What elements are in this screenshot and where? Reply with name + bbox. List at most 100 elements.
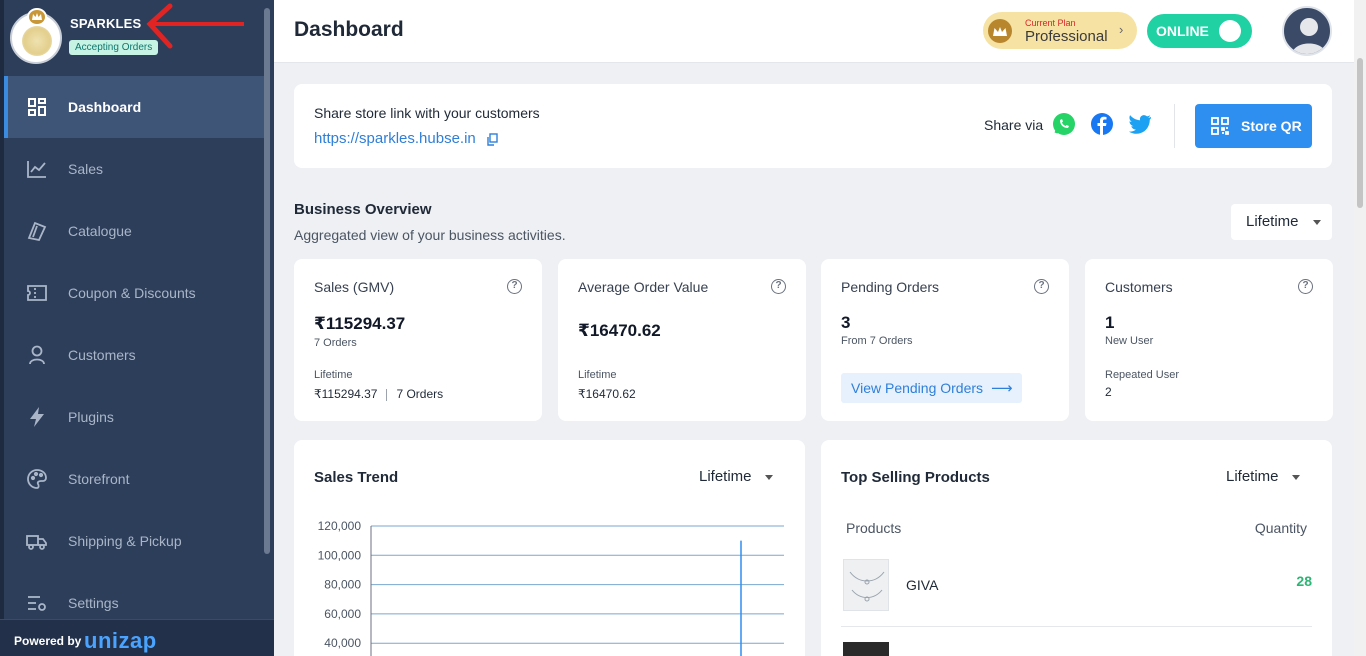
product-thumbnail[interactable]	[843, 559, 889, 611]
caret-down-icon	[1313, 220, 1321, 225]
whatsapp-icon[interactable]	[1052, 112, 1076, 136]
card-subtext: New User	[1105, 335, 1154, 347]
current-plan-button[interactable]: Current Plan Professional ›	[983, 12, 1137, 49]
y-tick-label: 80,000	[324, 578, 361, 592]
average-order-value-card: Average Order Value ? ₹16470.62 Lifetime…	[558, 259, 806, 421]
help-icon[interactable]: ?	[1298, 279, 1313, 294]
top-selling-card: Top Selling Products Lifetime Products Q…	[821, 440, 1332, 656]
settings-icon	[26, 592, 48, 614]
card-value: 1	[1105, 313, 1115, 332]
top-selling-range-select[interactable]: Lifetime	[1226, 468, 1300, 485]
crown-icon	[27, 8, 47, 26]
help-icon[interactable]: ?	[1034, 279, 1049, 294]
dashboard-icon	[26, 96, 48, 118]
toggle-knob	[1219, 20, 1241, 42]
page-scrollbar[interactable]	[1354, 0, 1366, 656]
plan-name: Professional	[1025, 28, 1108, 45]
sidebar-item-customers[interactable]: Customers	[4, 324, 264, 386]
card-foot: ₹115294.37 7 Orders	[314, 387, 443, 401]
sidebar-item-label: Shipping & Pickup	[68, 533, 182, 549]
sidebar-item-sales[interactable]: Sales	[4, 138, 264, 200]
online-toggle[interactable]: ONLINE	[1147, 14, 1252, 48]
card-title: Average Order Value	[578, 279, 709, 295]
sidebar-item-label: Customers	[68, 347, 136, 363]
business-overview-title: Business Overview	[294, 201, 432, 218]
sidebar-item-label: Plugins	[68, 409, 114, 425]
help-icon[interactable]: ?	[771, 279, 786, 294]
sidebar-item-shipping[interactable]: Shipping & Pickup	[4, 510, 264, 572]
caret-down-icon	[765, 475, 773, 480]
product-thumbnail[interactable]	[843, 642, 889, 656]
store-qr-button[interactable]: Store QR	[1195, 104, 1312, 148]
share-title: Share store link with your customers	[314, 105, 540, 121]
sales-trend-card: Sales Trend Lifetime 120,000 100,000 80,00…	[294, 440, 805, 656]
range-value: Lifetime	[1226, 468, 1279, 485]
powered-by-label: Powered by	[14, 634, 82, 648]
customer-icon	[26, 344, 48, 366]
help-icon[interactable]: ?	[507, 279, 522, 294]
card-value: 3	[841, 313, 851, 332]
sales-trend-title: Sales Trend	[314, 469, 399, 486]
crown-icon	[988, 19, 1012, 43]
sales-chart-icon	[26, 158, 48, 180]
caret-down-icon	[1292, 475, 1300, 480]
sidebar: SPARKLES Accepting Orders Dashboard Sale…	[0, 0, 274, 656]
share-divider	[1174, 104, 1175, 148]
product-name[interactable]: GIVA	[906, 577, 938, 593]
sidebar-item-dashboard[interactable]: Dashboard	[4, 76, 264, 138]
sidebar-item-storefront[interactable]: Storefront	[4, 448, 264, 510]
view-pending-orders-label: View Pending Orders	[851, 380, 984, 396]
chevron-right-icon: ›	[1119, 22, 1124, 37]
sidebar-item-coupons[interactable]: Coupon & Discounts	[4, 262, 264, 324]
unizap-logo: unizap	[84, 628, 157, 653]
palette-icon	[26, 468, 48, 490]
sidebar-nav: Dashboard Sales Catalogue Coupon & Disco…	[4, 76, 264, 634]
card-value: ₹16470.62	[578, 321, 661, 340]
sales-gmv-card: Sales (GMV) ? ₹115294.37 7 Orders Lifeti…	[294, 259, 542, 421]
y-tick-label: 120,000	[318, 519, 362, 533]
y-tick-label: 40,000	[324, 636, 361, 650]
overview-range-select[interactable]: Lifetime	[1231, 204, 1332, 240]
card-foot-label: Lifetime	[314, 369, 353, 381]
facebook-icon[interactable]	[1090, 112, 1114, 136]
sidebar-scrollbar[interactable]	[264, 8, 270, 554]
lightning-icon	[26, 406, 48, 428]
sidebar-item-plugins[interactable]: Plugins	[4, 386, 264, 448]
card-title: Pending Orders	[841, 279, 940, 295]
share-via-label: Share via	[984, 117, 1044, 133]
range-value: Lifetime	[699, 468, 752, 485]
card-value: ₹115294.37	[314, 314, 406, 333]
row-divider	[841, 626, 1312, 627]
card-foot-extra: 7 Orders	[396, 387, 444, 401]
sidebar-item-catalogue[interactable]: Catalogue	[4, 200, 264, 262]
user-avatar[interactable]	[1282, 6, 1332, 56]
quantity-column-header: Quantity	[1254, 520, 1307, 536]
store-name: SPARKLES	[70, 16, 142, 31]
pending-orders-card: Pending Orders ? 3 From 7 Orders View Pe…	[821, 259, 1069, 421]
sidebar-item-label: Dashboard	[68, 99, 142, 115]
catalogue-icon	[26, 220, 48, 242]
divider	[386, 388, 388, 401]
shipping-icon	[26, 530, 48, 552]
store-link[interactable]: https://sparkles.hubse.in	[314, 130, 498, 147]
twitter-icon[interactable]	[1128, 112, 1152, 136]
qr-code-icon	[1211, 117, 1229, 135]
sidebar-item-label: Settings	[68, 595, 119, 611]
red-arrow-annotation	[146, 3, 244, 49]
card-title: Sales (GMV)	[314, 279, 395, 295]
top-selling-title: Top Selling Products	[841, 469, 990, 486]
store-link-text[interactable]: https://sparkles.hubse.in	[314, 130, 476, 147]
card-title: Customers	[1105, 279, 1173, 295]
y-tick-label: 60,000	[324, 607, 361, 621]
online-label: ONLINE	[1156, 23, 1209, 39]
product-quantity: 28	[1296, 573, 1312, 589]
powered-by-footer: Powered by unizap	[0, 619, 274, 656]
arrow-right-icon: ⟶	[991, 380, 1013, 397]
sidebar-item-label: Catalogue	[68, 223, 132, 239]
sidebar-item-label: Storefront	[68, 471, 130, 487]
view-pending-orders-button[interactable]: View Pending Orders ⟶	[841, 373, 1022, 403]
sales-trend-range-select[interactable]: Lifetime	[699, 468, 773, 485]
copy-icon[interactable]	[486, 132, 498, 146]
store-qr-label: Store QR	[1241, 118, 1302, 134]
page-title: Dashboard	[294, 18, 404, 41]
